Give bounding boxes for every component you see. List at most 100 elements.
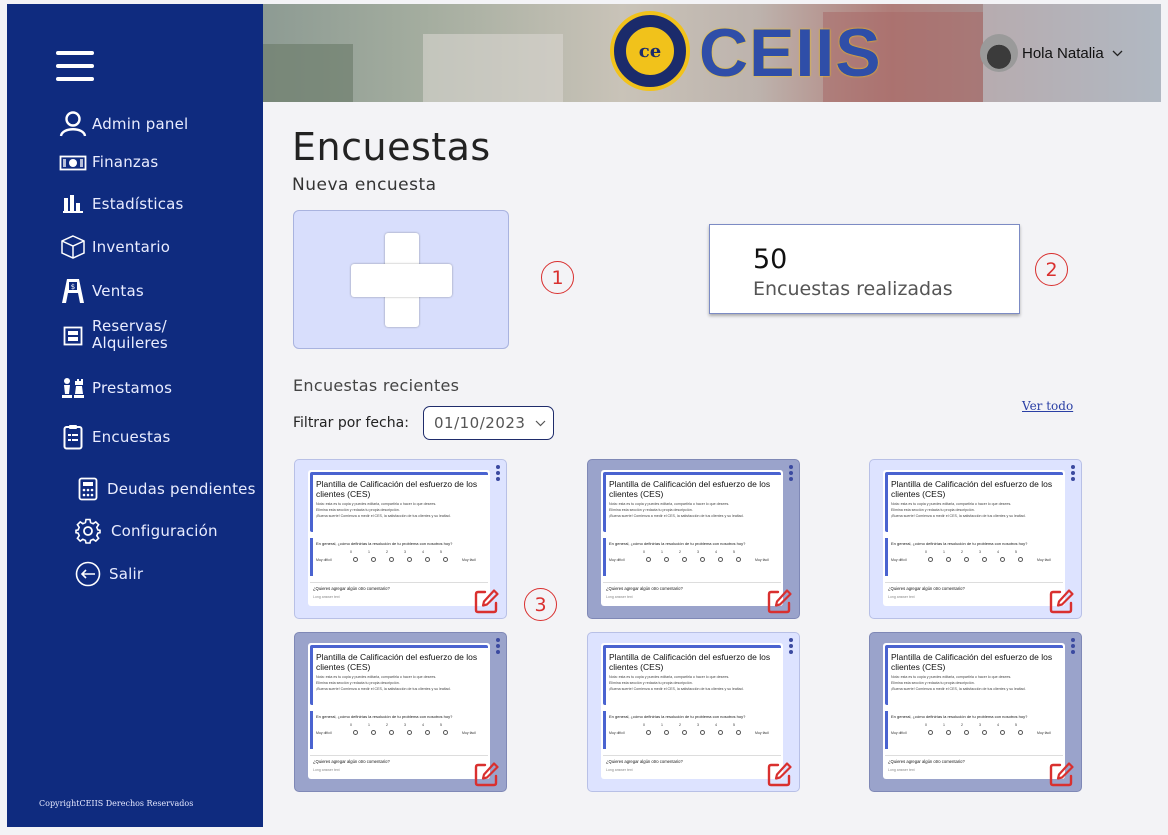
money-icon: [54, 155, 92, 171]
svg-text:$: $: [71, 283, 75, 291]
edit-icon[interactable]: [767, 588, 793, 614]
radio-option: [1017, 557, 1023, 562]
sidebar-item-deudas[interactable]: Deudas pendientes: [69, 477, 256, 501]
edit-icon[interactable]: [1049, 761, 1075, 787]
radio-option: [1017, 730, 1023, 735]
sidebar-item-ventas[interactable]: $ Ventas: [54, 278, 144, 304]
scale-numbers: 0 1 2 3 4 5: [635, 723, 781, 727]
scale-number: 0: [925, 550, 927, 554]
sidebar-item-estadisticas[interactable]: Estadísticas: [54, 194, 184, 214]
scale-low-label: Muy difícil: [609, 557, 625, 562]
survey-title: Plantilla de Calificación del esfuerzo d…: [316, 479, 478, 499]
more-options-icon[interactable]: [789, 638, 793, 654]
survey-title: Plantilla de Calificación del esfuerzo d…: [891, 652, 1053, 672]
sidebar-item-label: Prestamos: [92, 378, 173, 397]
new-survey-button[interactable]: [293, 210, 509, 349]
scale-number: 4: [715, 723, 717, 727]
scale-number: 5: [440, 550, 442, 554]
scale-high-label: Muy fácil: [1037, 557, 1051, 562]
surveys-stat-card: 50 Encuestas realizadas: [709, 224, 1020, 314]
stat-value: 50: [753, 244, 788, 275]
header-banner: ce CEIIS Hola Natalia: [263, 4, 1161, 102]
sidebar-item-label: Inventario: [92, 237, 171, 256]
radio-option: [681, 557, 687, 562]
user-menu[interactable]: Hola Natalia: [980, 34, 1123, 72]
radio-option: [999, 730, 1005, 735]
banner-building-decoration: [423, 34, 563, 102]
radio-option: [735, 557, 741, 562]
radio-option: [442, 730, 448, 735]
radio-option: [927, 557, 933, 562]
scale-number: 2: [961, 550, 963, 554]
more-options-icon[interactable]: [1071, 638, 1075, 654]
plus-icon: [351, 233, 452, 327]
survey-card[interactable]: Plantilla de Calificación del esfuerzo d…: [869, 632, 1082, 792]
sidebar-item-finanzas[interactable]: Finanzas: [54, 154, 158, 171]
survey-card[interactable]: Plantilla de Calificación del esfuerzo d…: [587, 459, 800, 619]
survey-card[interactable]: Plantilla de Calificación del esfuerzo d…: [294, 632, 507, 792]
survey-card[interactable]: Plantilla de Calificación del esfuerzo d…: [869, 459, 1082, 619]
sidebar-item-prestamos[interactable]: Prestamos: [54, 377, 172, 399]
sign-icon: $: [54, 278, 92, 304]
scale-radios: Muy difícil Muy fácil: [891, 730, 1063, 735]
scale-number: 3: [697, 550, 699, 554]
stat-label: Encuestas realizadas: [753, 278, 953, 300]
edit-icon[interactable]: [474, 588, 500, 614]
scale-radios: Muy difícil Muy fácil: [891, 557, 1063, 562]
scale-number: 0: [350, 550, 352, 554]
survey-card[interactable]: Plantilla de Calificación del esfuerzo d…: [294, 459, 507, 619]
survey-preview: Plantilla de Calificación del esfuerzo d…: [601, 470, 783, 606]
sidebar-item-admin-panel[interactable]: Admin panel: [54, 111, 188, 137]
more-options-icon[interactable]: [1071, 465, 1075, 481]
sidebar-item-inventario[interactable]: Inventario: [54, 235, 170, 259]
scale-number: 1: [661, 550, 663, 554]
user-icon: [54, 111, 92, 137]
scale-number: 0: [350, 723, 352, 727]
radio-option: [370, 557, 376, 562]
sidebar-item-configuracion[interactable]: Configuración: [69, 518, 218, 544]
logout-icon: [69, 561, 107, 587]
scale-number: 3: [697, 723, 699, 727]
scale-high-label: Muy fácil: [462, 730, 476, 735]
radio-option: [963, 557, 969, 562]
clipboard-icon: [54, 424, 92, 450]
chess-icon: [54, 377, 92, 399]
menu-icon[interactable]: [56, 51, 94, 81]
logo-text: CEIIS: [699, 15, 882, 91]
scale-radios: Muy difícil Muy fácil: [609, 730, 781, 735]
radio-option: [927, 730, 933, 735]
more-options-icon[interactable]: [496, 638, 500, 654]
sidebar-item-encuestas[interactable]: Encuestas: [54, 424, 170, 450]
sidebar-item-reservas[interactable]: Reservas/ Alquileres: [54, 318, 168, 352]
bar-chart-icon: [54, 194, 92, 214]
view-all-link[interactable]: Ver todo: [1022, 399, 1073, 413]
survey-card[interactable]: Plantilla de Calificación del esfuerzo d…: [587, 632, 800, 792]
survey-title: Plantilla de Calificación del esfuerzo d…: [609, 479, 771, 499]
comment-question: ¿Quieres agregar algún otro comentario?: [313, 759, 390, 764]
scale-high-label: Muy fácil: [755, 730, 769, 735]
date-filter-select[interactable]: 01/10/2023: [423, 406, 554, 440]
survey-preview: Plantilla de Calificación del esfuerzo d…: [883, 643, 1065, 779]
edit-icon[interactable]: [1049, 588, 1075, 614]
survey-desc-line: ¡Buena suerte! Comienza a medir el CES, …: [316, 514, 451, 518]
calculator-icon: [69, 477, 107, 501]
scale-number: 2: [679, 723, 681, 727]
more-options-icon[interactable]: [789, 465, 793, 481]
radio-option: [388, 730, 394, 735]
sidebar-item-label: Encuestas: [92, 427, 171, 446]
scale-number: 0: [925, 723, 927, 727]
sidebar-item-salir[interactable]: Salir: [69, 561, 143, 587]
radio-option: [699, 557, 705, 562]
comment-answer-placeholder: Long answer text: [888, 768, 915, 772]
more-options-icon[interactable]: [496, 465, 500, 481]
edit-icon[interactable]: [474, 761, 500, 787]
radio-option: [352, 557, 358, 562]
edit-icon[interactable]: [767, 761, 793, 787]
scale-number: 4: [997, 723, 999, 727]
recent-surveys-title: Encuestas recientes: [293, 376, 460, 395]
chevron-down-icon: [535, 417, 546, 430]
scale-number: 2: [386, 550, 388, 554]
radio-option: [945, 730, 951, 735]
comment-question: ¿Quieres agregar algún otro comentario?: [888, 759, 965, 764]
scale-number: 2: [386, 723, 388, 727]
